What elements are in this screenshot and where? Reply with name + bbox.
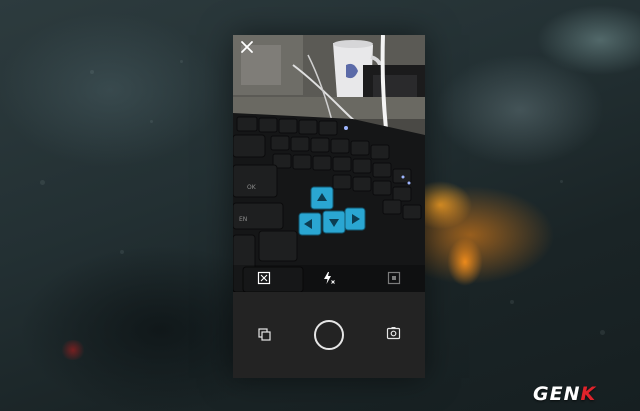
camera-app-screen: OK EN (233, 35, 425, 378)
camera-options-bar (233, 265, 425, 292)
timer-toggle-button[interactable] (387, 271, 401, 285)
gallery-icon (258, 328, 271, 341)
svg-text:EN: EN (239, 216, 247, 223)
watermark-accent: K (580, 383, 597, 405)
camera-viewfinder[interactable]: OK EN (233, 35, 425, 292)
grid-icon (257, 271, 271, 285)
svg-text:OK: OK (247, 184, 257, 191)
camera-controls-bar (233, 292, 425, 378)
flash-toggle-button[interactable] (322, 271, 336, 285)
genk-watermark-logo: GENK (533, 383, 596, 405)
watermark-text: GEN (533, 383, 581, 405)
close-icon (241, 41, 253, 53)
switch-camera-button[interactable] (386, 326, 401, 341)
flash-auto-icon (324, 272, 335, 284)
shutter-button[interactable] (314, 320, 344, 350)
viewfinder-preview-image: OK EN (233, 35, 425, 292)
timer-icon (387, 271, 401, 285)
close-button[interactable] (239, 40, 255, 56)
switch-camera-icon (386, 327, 401, 340)
grid-toggle-button[interactable] (257, 271, 271, 285)
gallery-button[interactable] (258, 328, 272, 342)
